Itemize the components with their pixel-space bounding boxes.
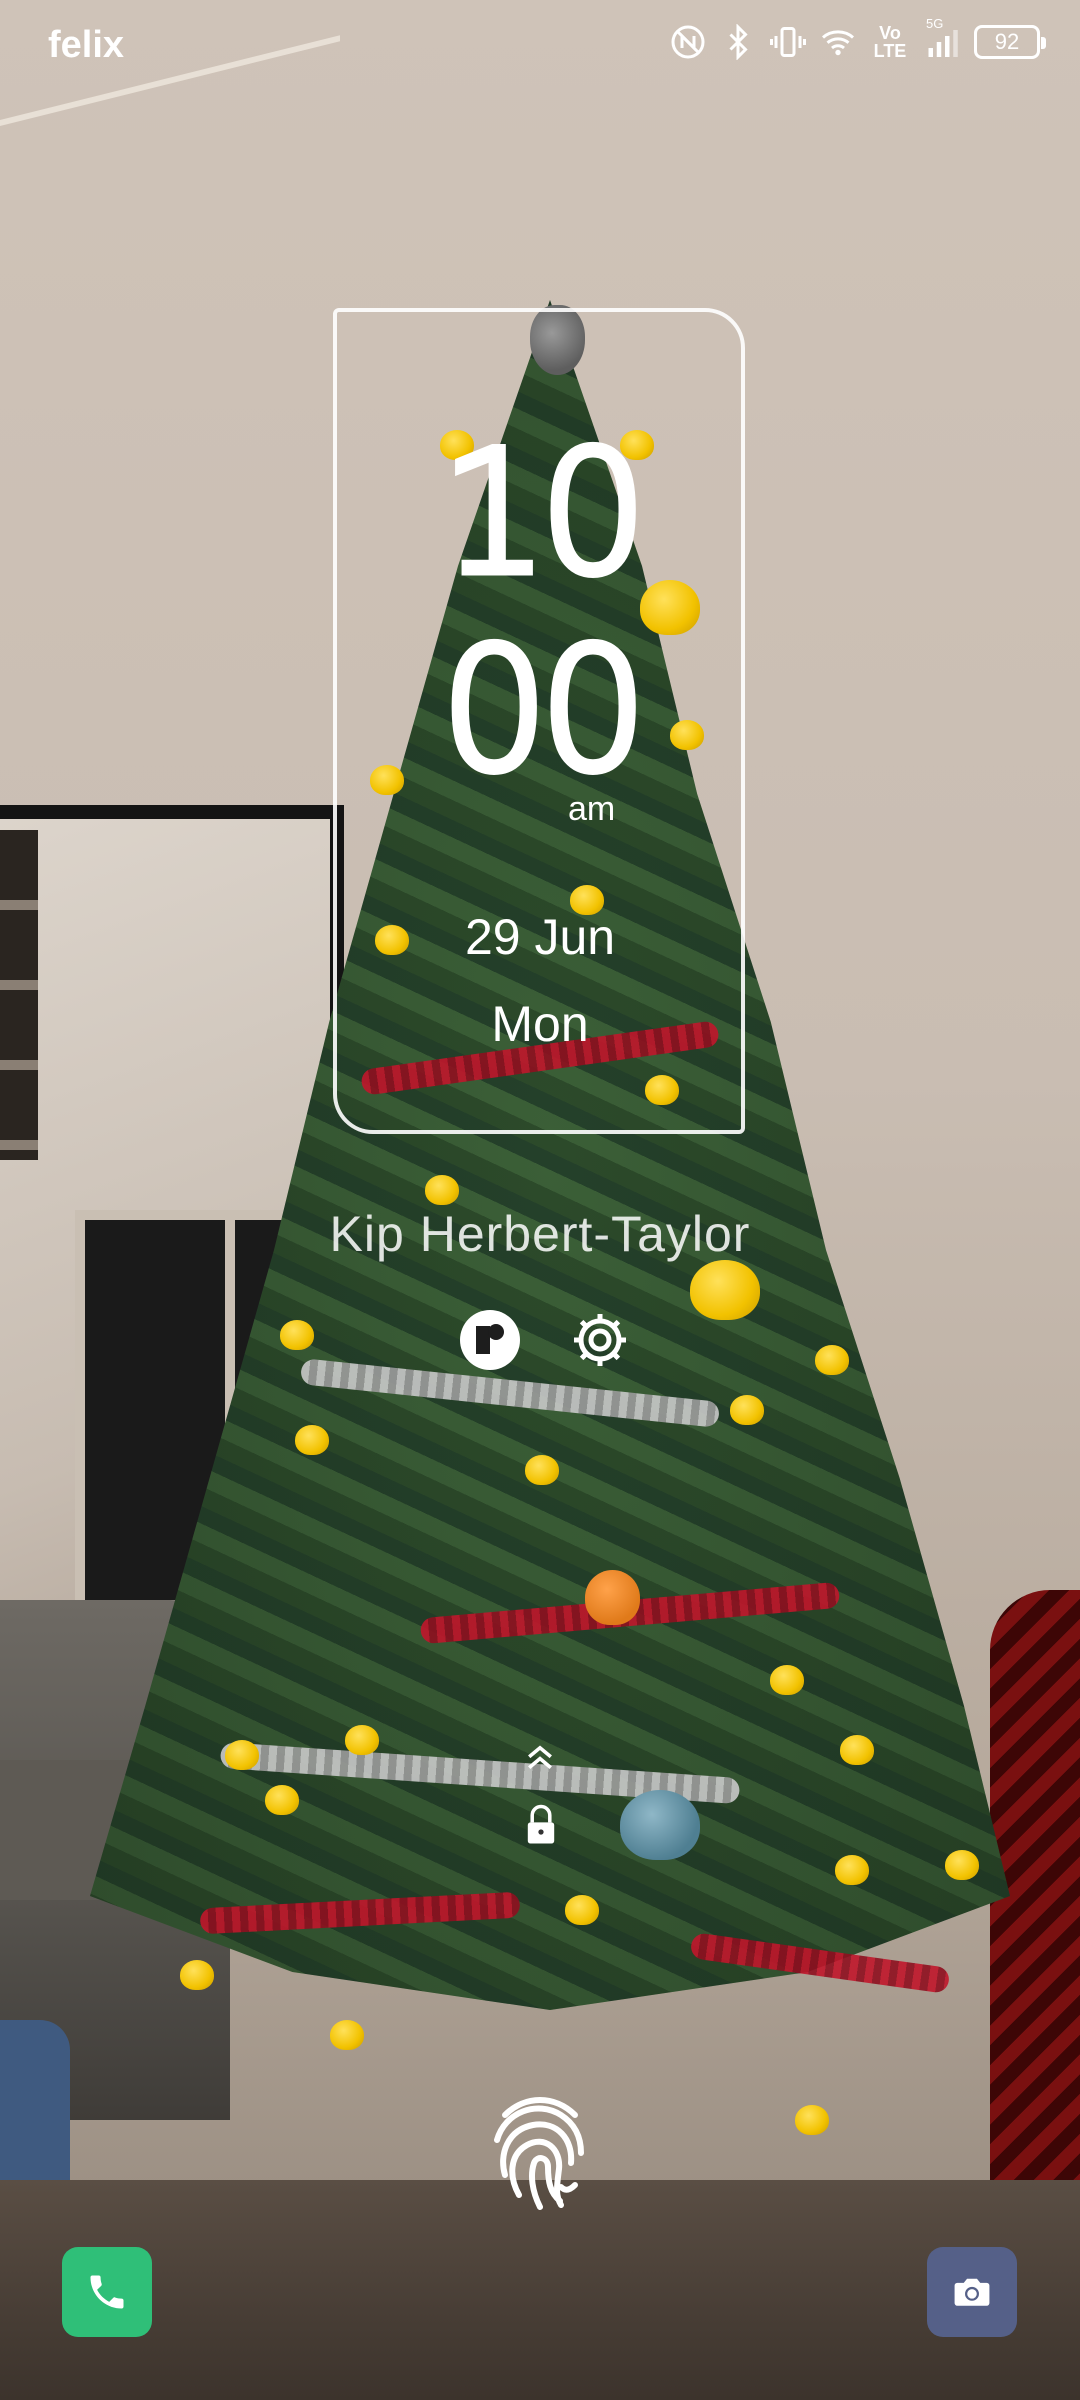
- duck-ornament: [345, 1725, 379, 1755]
- carrier-name: felix: [48, 24, 125, 66]
- status-icons: Vo LTE 5G 92: [670, 16, 1046, 62]
- bluetooth-icon: [720, 22, 756, 62]
- volte-icon: Vo LTE: [870, 24, 910, 60]
- duck-ornament: [945, 1850, 979, 1880]
- duck-ornament: [225, 1740, 259, 1770]
- duck-ornament: [690, 1260, 760, 1320]
- gear-icon[interactable]: [565, 1305, 635, 1375]
- clock-ampm: am: [568, 790, 616, 828]
- volte-label-top: Vo: [879, 23, 901, 43]
- duck-ornament: [265, 1785, 299, 1815]
- camera-icon: [954, 2278, 990, 2306]
- edit-icon[interactable]: [455, 1305, 525, 1375]
- chevron-up-icon: [520, 1735, 560, 1775]
- duck-ornament: [525, 1455, 559, 1485]
- duck-ornament: [730, 1395, 764, 1425]
- wifi-icon: [820, 22, 856, 62]
- fingerprint-icon[interactable]: [485, 2085, 595, 2215]
- duck-ornament: [815, 1345, 849, 1375]
- clock-minutes: 00: [437, 608, 652, 813]
- phone-icon: [90, 2275, 124, 2309]
- battery-icon: 92: [974, 25, 1046, 59]
- duck-ornament: [180, 1960, 214, 1990]
- shortcut-row: [455, 1305, 635, 1375]
- phone-shortcut-button[interactable]: [62, 2247, 152, 2337]
- nfc-icon: [670, 22, 706, 62]
- duck-ornament: [795, 2105, 829, 2135]
- duck-ornament: [585, 1570, 640, 1625]
- duck-ornament: [835, 1855, 869, 1885]
- owner-name: Kip Herbert-Taylor: [329, 1206, 751, 1262]
- duck-ornament: [770, 1665, 804, 1695]
- clock-weekday: Mon: [491, 996, 589, 1052]
- duck-ornament: [330, 2020, 364, 2050]
- duck-ornament: [280, 1320, 314, 1350]
- status-bar: felix Vo LTE 5G 92: [0, 0, 1080, 95]
- camera-shortcut-button[interactable]: [927, 2247, 1017, 2337]
- volte-label-bottom: LTE: [873, 41, 907, 61]
- network-type-label: 5G: [926, 16, 944, 31]
- duck-ornament: [620, 1790, 700, 1860]
- lock-icon: [521, 1800, 561, 1850]
- duck-ornament: [565, 1895, 599, 1925]
- duck-ornament: [840, 1735, 874, 1765]
- signal-icon: 5G: [924, 16, 960, 62]
- clock-date: 29 Jun: [464, 909, 616, 965]
- picture-frames: [0, 830, 38, 1160]
- duck-ornament: [295, 1425, 329, 1455]
- duck-ornament: [425, 1175, 459, 1205]
- battery-level: 92: [994, 29, 1020, 54]
- vibrate-icon: [770, 22, 806, 62]
- clock-hours: 10: [437, 411, 652, 616]
